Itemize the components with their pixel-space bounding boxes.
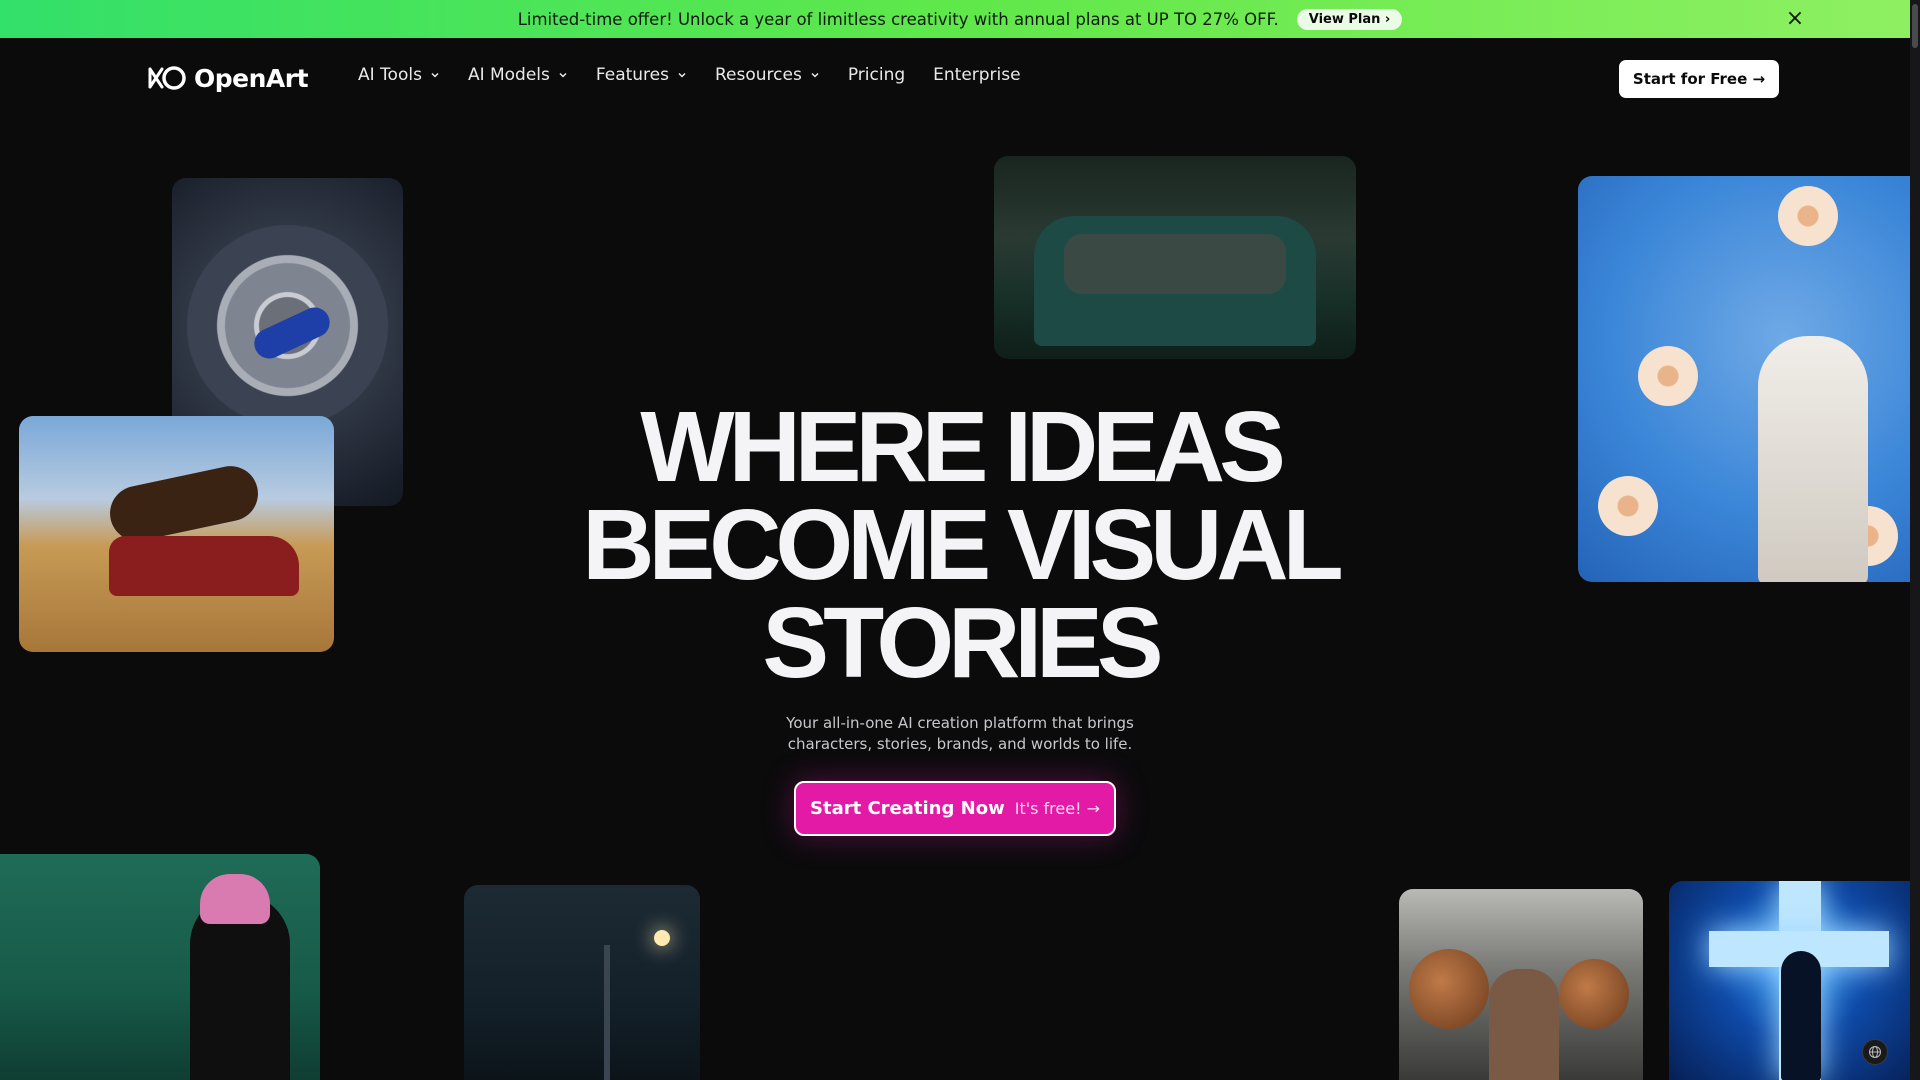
globe-icon-glyph — [1869, 1046, 1881, 1058]
hero-headline: WHERE IDEAS BECOME VISUAL STORIES — [560, 391, 1360, 699]
main-menu: AI Tools AI Models Features Resources Pr… — [358, 65, 1021, 85]
nav-item-pricing[interactable]: Pricing — [848, 65, 905, 85]
promo-banner: Limited-time offer! Unlock a year of lim… — [0, 0, 1920, 38]
showcase-tile-rainy-night[interactable] — [464, 885, 700, 1080]
showcase-tile-horse-car[interactable] — [19, 416, 334, 652]
tile-ball — [1409, 949, 1489, 1029]
tile-street-lamp — [654, 930, 670, 946]
nav-item-label: Enterprise — [933, 65, 1021, 85]
showcase-tile-basketball[interactable] — [1399, 889, 1643, 1080]
nav-item-label: AI Models — [467, 65, 550, 85]
nav-item-label: Resources — [715, 65, 802, 85]
showcase-tile-locker-room[interactable] — [0, 854, 320, 1080]
tile-red-car — [109, 536, 299, 596]
tile-silhouette — [1781, 951, 1821, 1080]
tile-flower — [1598, 476, 1658, 536]
chevron-down-icon — [431, 72, 439, 78]
cta-note-label: It's free! → — [1014, 799, 1100, 818]
showcase-tile-vintage-car[interactable] — [994, 156, 1356, 359]
nav-item-ai-models[interactable]: AI Models — [468, 65, 568, 85]
tile-dress — [1758, 336, 1868, 582]
view-plan-button[interactable]: View Plan › — [1296, 8, 1403, 30]
logo-wordmark: OpenArt — [194, 63, 309, 93]
top-nav: OpenArt AI Tools AI Models Features Reso… — [0, 38, 1920, 118]
start-for-free-button[interactable]: Start for Free → — [1619, 60, 1779, 98]
showcase-tile-wedding[interactable] — [1578, 176, 1920, 582]
globe-icon[interactable] — [1862, 1039, 1888, 1065]
nav-item-label: Features — [595, 65, 669, 85]
tile-flower — [1638, 346, 1698, 406]
hero-subtitle: Your all-in-one AI creation platform tha… — [786, 714, 1134, 753]
chevron-down-icon — [678, 72, 686, 78]
tile-flower — [1778, 186, 1838, 246]
nav-item-ai-tools[interactable]: AI Tools — [358, 65, 440, 85]
tile-athlete — [1489, 969, 1559, 1080]
tile-ball — [1559, 959, 1629, 1029]
nav-item-enterprise[interactable]: Enterprise — [933, 65, 1020, 85]
chevron-down-icon — [559, 72, 567, 78]
headline-line: WHERE IDEAS — [640, 391, 1286, 503]
tile-sign-post — [604, 945, 610, 1080]
tile-pink-hair — [200, 874, 270, 924]
logo[interactable]: OpenArt — [146, 63, 309, 93]
cta-main-label: Start Creating Now — [810, 798, 1005, 819]
tile-horse — [104, 461, 264, 546]
tile-car-glass — [1064, 234, 1286, 294]
headline-line: STORIES — [762, 587, 1163, 699]
openart-logo-icon — [148, 66, 186, 90]
chevron-down-icon — [811, 72, 819, 78]
headline-line: BECOME VISUAL — [582, 489, 1343, 601]
close-icon[interactable]: × — [1784, 8, 1806, 30]
start-creating-button[interactable]: Start Creating Now It's free! → — [794, 781, 1116, 836]
nav-item-label: AI Tools — [358, 65, 422, 85]
page-scrollbar[interactable] — [1910, 0, 1920, 1080]
nav-item-resources[interactable]: Resources — [715, 65, 820, 85]
nav-item-features[interactable]: Features — [596, 65, 687, 85]
nav-item-label: Pricing — [847, 65, 906, 85]
promo-text: Limited-time offer! Unlock a year of lim… — [517, 9, 1279, 29]
scrollbar-thumb[interactable] — [1912, 4, 1918, 48]
tile-figure — [249, 302, 335, 364]
